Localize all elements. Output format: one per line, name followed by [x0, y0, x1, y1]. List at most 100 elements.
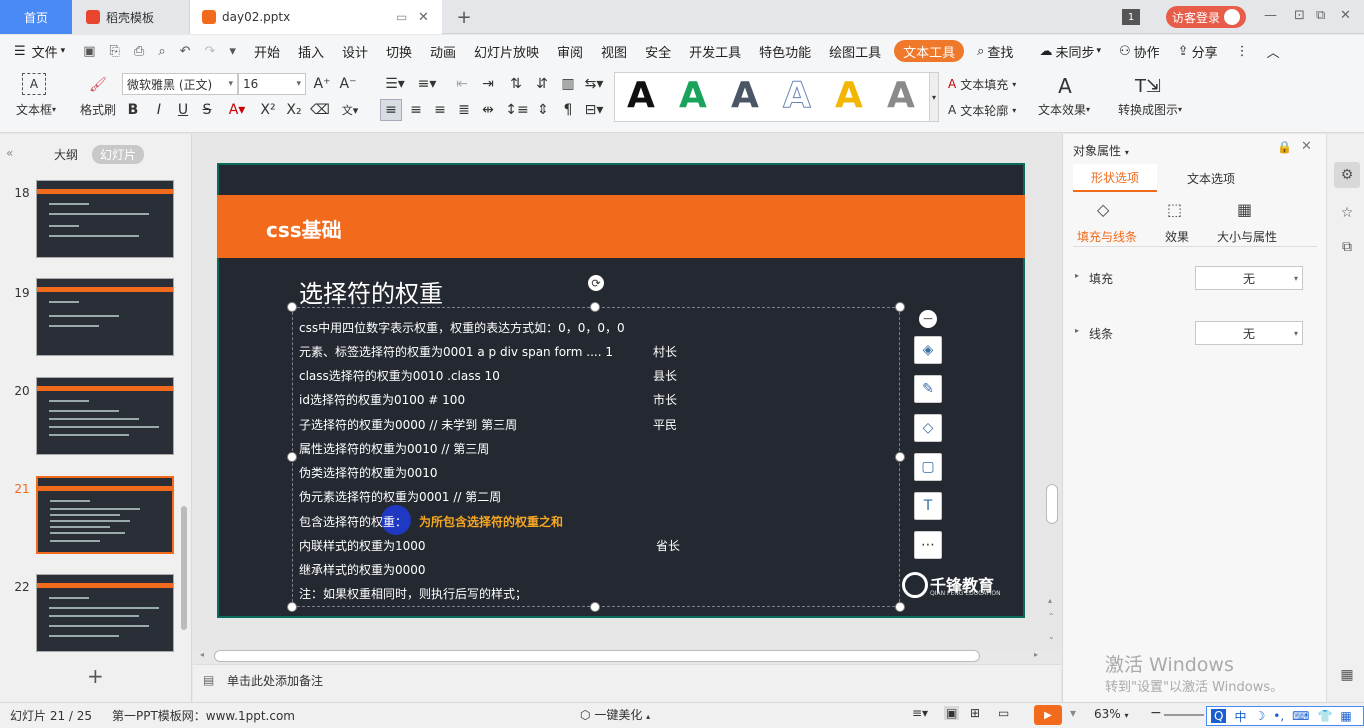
align-right-icon[interactable]: ≡: [430, 99, 450, 121]
line-spacing-icon[interactable]: ↕≡: [505, 99, 528, 121]
menu-text-tools[interactable]: 文本工具: [894, 40, 965, 62]
search-button[interactable]: ⌕ 查找: [968, 35, 1022, 67]
expand-line-icon[interactable]: ▸: [1075, 326, 1079, 335]
animation-icon[interactable]: ☆: [1334, 200, 1360, 226]
phonetic-icon[interactable]: 文▾: [336, 99, 364, 121]
copy-icon[interactable]: ⧉: [1334, 234, 1360, 260]
slide-thumbnail-20[interactable]: [36, 377, 174, 455]
scroll-right-icon[interactable]: ▸: [1034, 650, 1038, 659]
guest-login-button[interactable]: 访客登录: [1166, 6, 1246, 28]
new-tab-button[interactable]: +: [450, 0, 478, 34]
pen-icon[interactable]: ✎: [914, 375, 942, 403]
prev-slide-icon[interactable]: ⌃: [1048, 612, 1055, 621]
zoom-out-icon[interactable]: −: [1150, 705, 1162, 721]
text-style-1[interactable]: A: [627, 75, 655, 116]
scroll-left-icon[interactable]: ◂: [200, 650, 204, 659]
collapse-panel-icon[interactable]: «: [6, 146, 13, 160]
close-window-icon[interactable]: ✕: [1340, 8, 1351, 23]
restore-icon[interactable]: ⧉: [1316, 8, 1325, 23]
slide-thumbnail-21[interactable]: [36, 476, 174, 554]
menu-devtools[interactable]: 开发工具: [680, 35, 750, 67]
print-icon[interactable]: ⎙: [134, 44, 144, 59]
more-options-icon[interactable]: ⋮: [1227, 35, 1258, 67]
expand-fill-icon[interactable]: ▸: [1075, 271, 1079, 280]
export-icon[interactable]: ⎘: [110, 44, 120, 59]
text-style-3[interactable]: A: [731, 75, 759, 116]
skin-icon[interactable]: ⊡: [1294, 8, 1305, 23]
menu-security[interactable]: 安全: [636, 35, 680, 67]
effect-icon[interactable]: ⬚: [1167, 200, 1182, 219]
collapse-toolbar-icon[interactable]: −: [919, 310, 937, 328]
resize-handle[interactable]: [287, 452, 297, 462]
normal-view-icon[interactable]: ▣: [944, 706, 960, 720]
resize-handle[interactable]: [895, 452, 905, 462]
resize-handle[interactable]: [590, 602, 600, 612]
gallery-more-icon[interactable]: ▾: [929, 72, 939, 122]
subtab-fill-line[interactable]: 填充与线条: [1077, 228, 1137, 245]
text-outline-button[interactable]: A 文本轮廓 ▾: [948, 99, 1016, 121]
slide-thumbnail-19[interactable]: [36, 278, 174, 356]
next-slide-icon[interactable]: ⌄: [1048, 632, 1055, 641]
align-center-icon[interactable]: ≡: [406, 99, 426, 121]
text-style-4[interactable]: A: [783, 75, 812, 117]
rotate-handle-icon[interactable]: ⟳: [588, 275, 604, 291]
distribute-icon[interactable]: ⇹: [478, 99, 498, 121]
menu-transition[interactable]: 切换: [377, 35, 421, 67]
bold-icon[interactable]: B: [124, 99, 142, 121]
notes-toggle-icon[interactable]: ≡▾: [912, 706, 928, 720]
font-name-select[interactable]: 微软雅黑 (正文) ▾: [122, 73, 238, 95]
menu-file[interactable]: ☰ 文件 ▾: [0, 35, 74, 67]
menu-design[interactable]: 设计: [333, 35, 377, 67]
menu-review[interactable]: 审阅: [548, 35, 592, 67]
line-select[interactable]: 无 ▾: [1195, 321, 1303, 345]
text-style-2[interactable]: A: [679, 75, 707, 116]
tab-home[interactable]: 首页: [0, 0, 72, 34]
minimize-icon[interactable]: —: [1264, 8, 1277, 23]
numbered-list-icon[interactable]: ≡▾: [414, 73, 440, 95]
text-effect-button[interactable]: 文本效果 ▾: [1034, 101, 1094, 118]
tab-text-options[interactable]: 文本选项: [1171, 164, 1251, 192]
tab-template[interactable]: 稻壳模板: [72, 0, 190, 34]
zoom-slider[interactable]: [1164, 714, 1204, 716]
restore-tab-icon[interactable]: ▭: [396, 10, 407, 24]
paragraph-icon[interactable]: ¶: [558, 99, 578, 121]
grid-icon[interactable]: ▦: [1334, 662, 1360, 688]
menu-view[interactable]: 视图: [592, 35, 636, 67]
close-tab-icon[interactable]: ✕: [418, 10, 429, 25]
textbox-icon[interactable]: A: [22, 73, 46, 95]
font-color-icon[interactable]: A▾: [224, 99, 250, 121]
sorter-view-icon[interactable]: ⊞: [970, 706, 980, 720]
textbox-button[interactable]: 文本框 ▾: [10, 101, 62, 118]
menu-insert[interactable]: 插入: [289, 35, 333, 67]
menu-start[interactable]: 开始: [245, 35, 289, 67]
beautify-button[interactable]: ⬡ 一键美化 ▴: [580, 706, 650, 723]
columns-icon[interactable]: ▥: [558, 73, 578, 95]
layers-icon[interactable]: ◈: [914, 336, 942, 364]
text-fill-button[interactable]: A 文本填充 ▾: [948, 73, 1016, 95]
convert-icon[interactable]: ⇆▾: [582, 73, 606, 95]
more-icon[interactable]: ▾: [229, 44, 236, 59]
clear-format-icon[interactable]: ⌫: [310, 99, 330, 121]
notes-area[interactable]: ▤ 单击此处添加备注: [193, 664, 1061, 702]
play-options-icon[interactable]: ▾: [1070, 706, 1076, 720]
properties-icon[interactable]: ⚙: [1334, 162, 1360, 188]
grow-font-icon[interactable]: A⁺: [312, 73, 332, 95]
underline-icon[interactable]: U: [174, 99, 192, 121]
increase-indent-icon[interactable]: ⇥: [478, 73, 498, 95]
fill-label[interactable]: 填充: [1089, 270, 1113, 287]
format-painter-icon[interactable]: 🖌: [86, 73, 110, 97]
tab-shape-options[interactable]: 形状选项: [1073, 164, 1157, 192]
resize-handle[interactable]: [590, 302, 600, 312]
italic-icon[interactable]: I: [150, 99, 168, 121]
resize-handle[interactable]: [895, 302, 905, 312]
panel-title[interactable]: 对象属性 ▾: [1073, 142, 1129, 159]
outline-icon[interactable]: ▢: [914, 453, 942, 481]
play-slideshow-icon[interactable]: ▶: [1034, 705, 1062, 725]
vertical-scrollbar[interactable]: [1046, 484, 1058, 524]
paragraph-spacing-icon[interactable]: ⇕: [532, 99, 554, 121]
collapse-ribbon-icon[interactable]: ︿: [1258, 35, 1289, 67]
fill-icon[interactable]: ◇: [914, 414, 942, 442]
window-count-badge[interactable]: 1: [1122, 9, 1140, 25]
convert-smartart-button[interactable]: 转换成图示 ▾: [1112, 101, 1188, 118]
tab-outline[interactable]: 大纲: [54, 146, 78, 163]
